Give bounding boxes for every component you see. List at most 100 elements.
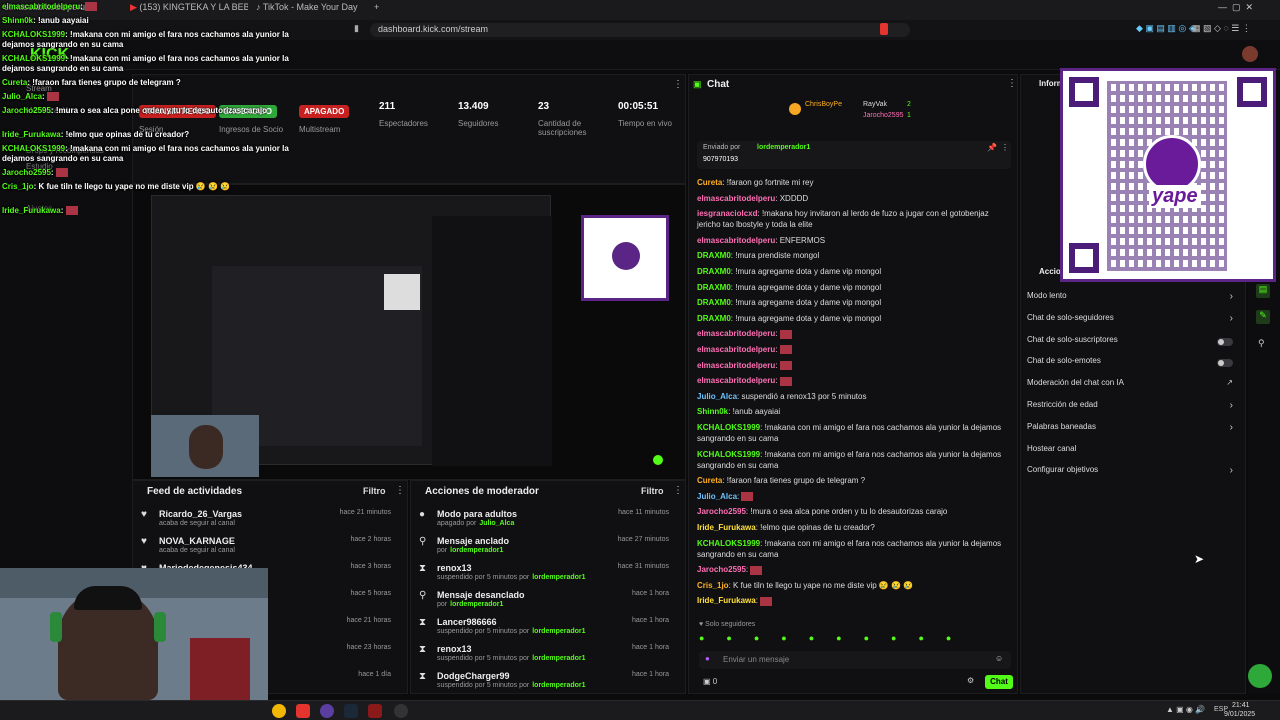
chat-input[interactable]: ● Enviar un mensaje ☺ xyxy=(699,651,1011,669)
mod-action-by[interactable]: lordemperador1 xyxy=(450,601,503,608)
url-field[interactable]: dashboard.kick.com/stream xyxy=(370,23,910,37)
chat-username[interactable]: elmascabritodelperu xyxy=(697,345,775,354)
action-item[interactable]: Chat de solo-emotes xyxy=(1027,356,1237,374)
chat-message[interactable]: KCHALOKS1999: !makana con mi amigo el fa… xyxy=(697,538,1007,560)
chat-message[interactable]: KCHALOKS1999: !makana con mi amigo el fa… xyxy=(697,449,1007,471)
chat-username[interactable]: elmascabritodelperu xyxy=(697,361,775,370)
chevron-right-icon[interactable]: › xyxy=(1230,465,1233,476)
chat-message[interactable]: iesgranaciolcxd: !makana hoy invitaron a… xyxy=(697,208,1007,230)
pinned-message[interactable]: Enviado por lordemperador1 907970193 📌 ⋮ xyxy=(697,141,1011,169)
chat-username[interactable]: iesgranaciolcxd xyxy=(697,209,757,218)
toggle-switch[interactable] xyxy=(1217,359,1233,368)
chat-message[interactable]: elmascabritodelperu: XDDDD xyxy=(697,193,1007,204)
list-item[interactable]: ♥ Ricardo_26_Vargas acaba de seguir al can… xyxy=(141,509,391,535)
chat-message[interactable]: KCHALOKS1999: !makana con mi amigo el fa… xyxy=(697,422,1007,444)
chat-username[interactable]: DRAXM0 xyxy=(697,267,731,276)
chat-message[interactable]: DRAXM0: !mura prendiste mongol xyxy=(697,250,1007,261)
chat-message[interactable]: elmascabritodelperu: xyxy=(697,360,1007,371)
chat-message[interactable]: elmascabritodelperu: xyxy=(697,328,1007,339)
mod-filter-button[interactable]: Filtro xyxy=(641,486,664,496)
chat-username[interactable]: Cureta xyxy=(697,178,722,187)
chevron-right-icon[interactable]: › xyxy=(1230,400,1233,411)
chat-username[interactable]: DRAXM0 xyxy=(697,251,731,260)
chat-username[interactable]: Iride_Furukawa xyxy=(697,523,756,532)
chat-message[interactable]: Shinn0k: !anub aayaiai xyxy=(697,406,1007,417)
brave-icon[interactable] xyxy=(296,704,310,718)
window-controls[interactable]: — ▢ ✕ xyxy=(1218,2,1278,18)
pinned-more-icon[interactable]: ⋮ xyxy=(1001,143,1009,152)
avatar[interactable] xyxy=(1242,46,1258,62)
mod-action-by[interactable]: lordemperador1 xyxy=(532,574,585,581)
chat-message[interactable]: elmascabritodelperu: xyxy=(697,344,1007,355)
app-icon[interactable] xyxy=(368,704,382,718)
extension-icons[interactable]: ◆ ▣ ▤ ▥ ◎ ◈ xyxy=(1136,23,1196,34)
chat-username[interactable]: Cureta xyxy=(697,476,722,485)
chat-message[interactable]: Jarocho2595: xyxy=(697,564,1007,575)
chevron-right-icon[interactable]: › xyxy=(1230,291,1233,302)
feed-more-icon[interactable]: ⋮ xyxy=(395,485,405,496)
mod-action-title[interactable]: DodgeCharger99 xyxy=(437,671,510,681)
action-item[interactable]: Configurar objetivos › xyxy=(1027,465,1237,483)
feed-filter-button[interactable]: Filtro xyxy=(363,486,386,496)
top-user-name[interactable]: RayVak xyxy=(863,101,887,108)
mod-action-title[interactable]: renox13 xyxy=(437,644,472,654)
chat-username[interactable]: Julio_Alca xyxy=(697,492,737,501)
feed-username[interactable]: Ricardo_26_Vargas xyxy=(159,509,242,519)
emoji-icon[interactable]: ☺ xyxy=(995,654,1003,663)
brave-shield-icon[interactable] xyxy=(880,23,888,35)
chat-bubble-icon[interactable] xyxy=(1248,664,1272,688)
top-user-name[interactable]: ChrisBoyPe xyxy=(805,101,842,108)
chat-message[interactable]: Julio_Alca: suspendió a renox13 por 5 mi… xyxy=(697,391,1007,402)
mod-action-title[interactable]: Lancer986666 xyxy=(437,617,497,627)
chat-username[interactable]: KCHALOKS1999 xyxy=(697,539,760,548)
chat-username[interactable]: Jarocho2595 xyxy=(697,507,746,516)
mod-action-by[interactable]: lordemperador1 xyxy=(532,655,585,662)
chat-username[interactable]: elmascabritodelperu xyxy=(697,236,775,245)
chat-message[interactable]: Cris_1jo: K fue tiln te llego tu yape no… xyxy=(697,580,1007,591)
list-item[interactable]: ⧗ Lancer986666 suspendido por 5 minutos po… xyxy=(419,617,669,643)
toggle-switch[interactable] xyxy=(1217,337,1233,346)
obs-icon[interactable] xyxy=(320,704,334,718)
mod-more-icon[interactable]: ⋮ xyxy=(673,485,683,496)
chat-username[interactable]: DRAXM0 xyxy=(697,283,731,292)
chat-more-icon[interactable]: ⋮ xyxy=(1007,78,1017,89)
action-item[interactable]: Moderación del chat con IA ↗ xyxy=(1027,378,1237,396)
chat-message[interactable]: Jarocho2595: !mura o sea alca pone orden… xyxy=(697,506,1007,517)
external-link-icon[interactable]: ↗ xyxy=(1226,378,1233,387)
action-item[interactable]: Hostear canal xyxy=(1027,444,1237,462)
action-item[interactable]: Modo lento › xyxy=(1027,291,1237,309)
mod-action-title[interactable]: Mensaje desanclado xyxy=(437,590,525,600)
chat-username[interactable]: Iride_Furukawa xyxy=(697,596,756,605)
pin-icon[interactable]: 📌 xyxy=(987,143,997,152)
list-item[interactable]: ⧗ renox13 suspendido por 5 minutos por lord… xyxy=(419,563,669,589)
chat-message[interactable]: DRAXM0: !mura agregame dota y dame vip m… xyxy=(697,282,1007,293)
chat-message[interactable]: elmascabritodelperu: ENFERMOS xyxy=(697,235,1007,246)
mod-action-by[interactable]: Julio_Alca xyxy=(479,520,514,527)
wrench-icon[interactable]: ✎ xyxy=(1256,310,1270,324)
chat-message[interactable]: DRAXM0: !mura agregame dota y dame vip m… xyxy=(697,313,1007,324)
list-item[interactable]: ♥ NOVA_KARNAGE acaba de seguir al canal hac… xyxy=(141,536,391,562)
app-icon-2[interactable] xyxy=(394,704,408,718)
toolbar-icons[interactable]: ▦ ▧ ◇ ◌ ☰ ⋮ xyxy=(1192,23,1251,34)
list-item[interactable]: ⧗ DodgeCharger99 suspendido por 5 minutos … xyxy=(419,671,669,697)
chat-username[interactable]: KCHALOKS1999 xyxy=(697,423,760,432)
chat-username[interactable]: Julio_Alca xyxy=(697,392,737,401)
action-item[interactable]: Restricción de edad › xyxy=(1027,400,1237,418)
chat-message[interactable]: DRAXM0: !mura agregame dota y dame vip m… xyxy=(697,297,1007,308)
clock-time[interactable]: 21:41 xyxy=(1232,702,1250,709)
chat-message[interactable]: Cureta: !faraon go fortnite mi rey xyxy=(697,177,1007,188)
mod-action-by[interactable]: lordemperador1 xyxy=(532,682,585,689)
chat-message[interactable]: Julio_Alca: xyxy=(697,491,1007,502)
chat-username[interactable]: elmascabritodelperu xyxy=(697,194,775,203)
mod-action-title[interactable]: Modo para adultos xyxy=(437,509,517,519)
tool-icon[interactable]: ▤ xyxy=(1256,284,1270,298)
mod-action-title[interactable]: renox13 xyxy=(437,563,472,573)
chrome-icon[interactable] xyxy=(272,704,286,718)
emote-icons[interactable]: ●●●●●●●●●● xyxy=(699,633,973,643)
feed-username[interactable]: NOVA_KARNAGE xyxy=(159,536,235,546)
chevron-right-icon[interactable]: › xyxy=(1230,422,1233,433)
chat-username[interactable]: elmascabritodelperu xyxy=(697,376,775,385)
chat-message[interactable]: Iride_Furukawa: xyxy=(697,595,1007,606)
list-item[interactable]: ● Modo para adultos apagado por Julio_Alca h… xyxy=(419,509,669,535)
pinned-user[interactable]: lordemperador1 xyxy=(757,144,810,151)
